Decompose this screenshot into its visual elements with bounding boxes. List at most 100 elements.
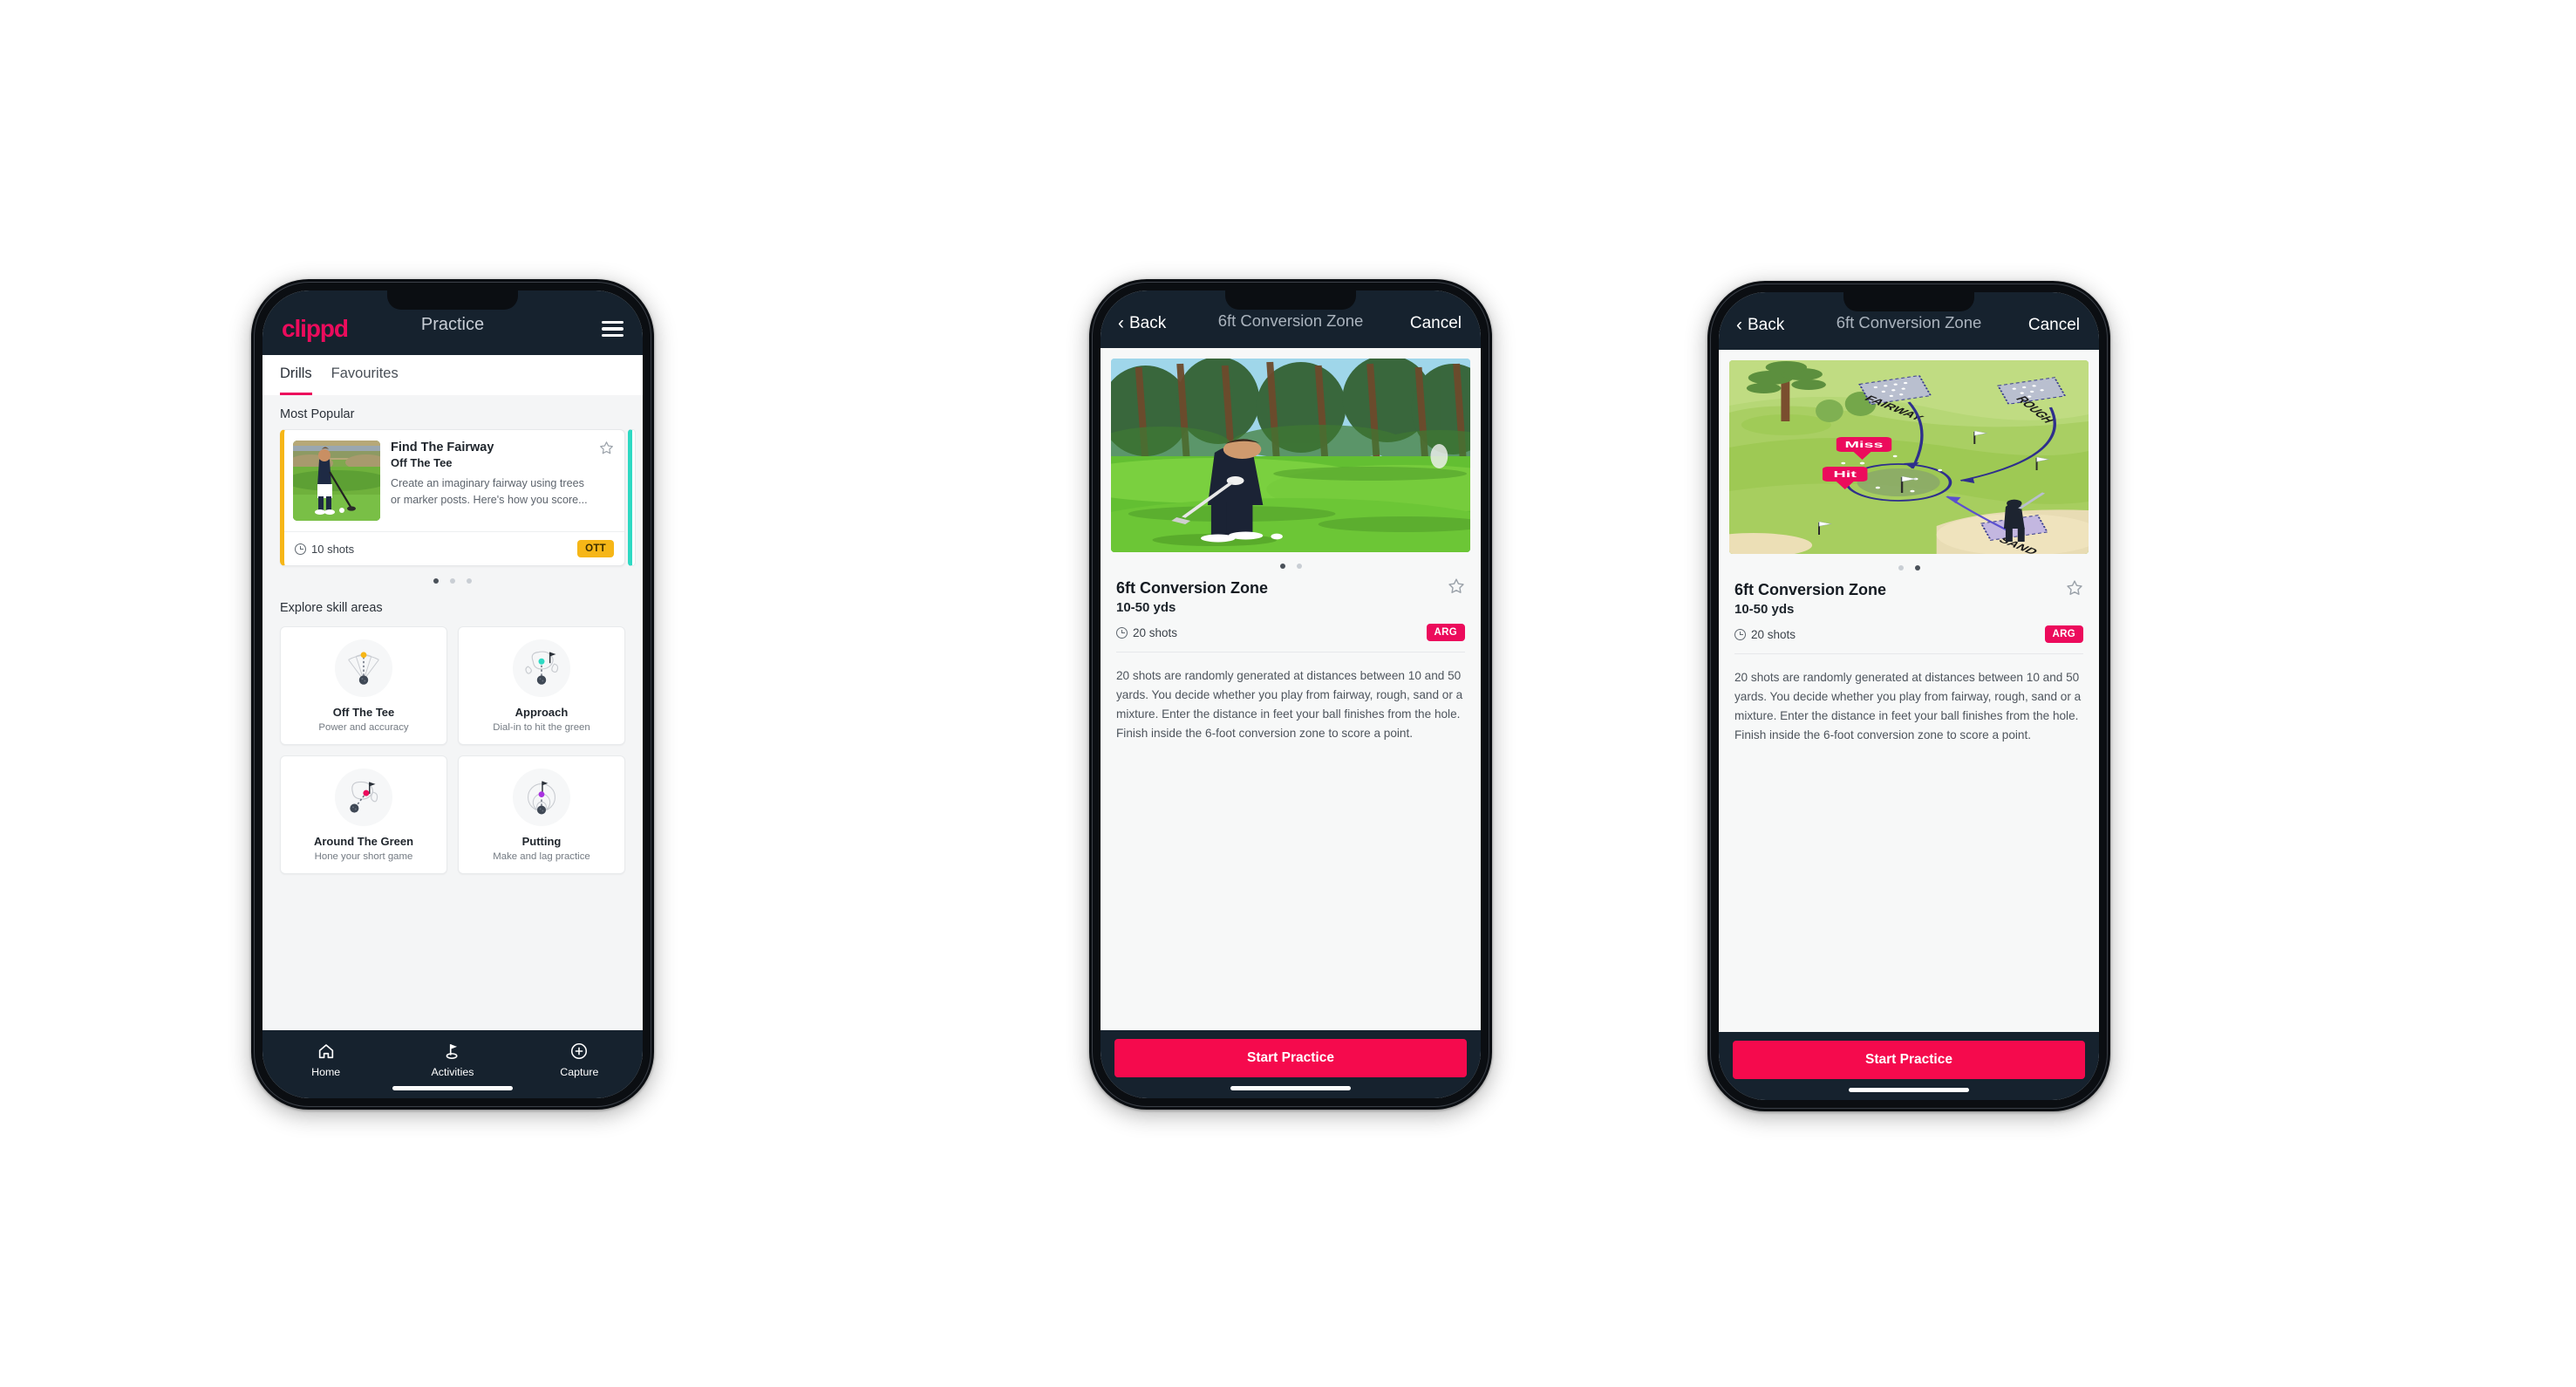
phone3-screen: ‹ Back 6ft Conversion Zone Cancel FAIRWA…	[1719, 292, 2099, 1100]
skill-name: Off The Tee	[332, 706, 395, 719]
bottom-navigation: Home Activities Capture	[262, 1030, 643, 1098]
detail-pager	[1719, 554, 2099, 576]
skill-badge-arg: ARG	[1426, 624, 1465, 641]
bottom-nav-home[interactable]: Home	[262, 1041, 389, 1078]
bottom-nav-capture[interactable]: Capture	[516, 1041, 643, 1078]
bottom-nav-home-label: Home	[311, 1066, 341, 1078]
skill-desc: Hone your short game	[314, 851, 413, 862]
skill-card-off-the-tee[interactable]: Off The Tee Power and accuracy	[280, 626, 447, 745]
phone3-notch	[1843, 292, 1974, 311]
around-green-icon	[335, 769, 392, 826]
detail-distance: 10-50 yds	[1734, 602, 1795, 617]
golf-flag-icon	[389, 1041, 515, 1062]
drill-title: Find The Fairway	[391, 441, 494, 454]
clock-icon	[1734, 628, 1746, 640]
home-icon	[262, 1041, 389, 1062]
pager-dot-3[interactable]	[467, 578, 472, 584]
pager-dot-2[interactable]	[1914, 565, 1920, 571]
phone2-cta-bar: Start Practice	[1101, 1030, 1481, 1098]
phone1-tabs: Drills Favourites	[262, 355, 643, 395]
next-drill-card-peek[interactable]	[628, 429, 636, 566]
skill-badge-arg: ARG	[2044, 625, 2083, 643]
skill-desc: Power and accuracy	[318, 722, 409, 733]
hamburger-menu-icon[interactable]	[602, 320, 624, 338]
bottom-nav-activities[interactable]: Activities	[389, 1041, 515, 1078]
drill-card-footer: 10 shots OTT	[284, 531, 624, 565]
phone1-screen: clippd Practice Drills Favourites Most P…	[262, 290, 643, 1098]
phone2-screen: ‹ Back 6ft Conversion Zone Cancel 6ft Co…	[1101, 290, 1481, 1098]
drill-shots-label: 10 shots	[311, 542, 355, 556]
drill-card-find-the-fairway[interactable]: Find The Fairway Off The Tee Create an i…	[280, 429, 625, 566]
back-label: Back	[1748, 316, 1785, 334]
bottom-nav-capture-label: Capture	[560, 1066, 599, 1078]
chevron-left-icon: ‹	[1736, 315, 1742, 335]
tee-shot-fan-icon	[335, 639, 392, 697]
tab-drills[interactable]: Drills	[280, 355, 312, 395]
detail-shots: 20 shots	[1116, 626, 1177, 639]
pager-dot-2[interactable]	[1296, 564, 1302, 569]
detail-shots: 20 shots	[1734, 628, 1796, 641]
detail-distance: 10-50 yds	[1116, 600, 1176, 615]
phone2-content: 6ft Conversion Zone 10-50 yds 20 shots A…	[1101, 348, 1481, 1030]
screenshot-stage: clippd Practice Drills Favourites Most P…	[0, 0, 2576, 1387]
drill-card-info: Find The Fairway Off The Tee Create an i…	[391, 441, 614, 521]
svg-text:Hit: Hit	[1834, 470, 1857, 480]
skill-card-approach[interactable]: Approach Dial-in to hit the green	[458, 626, 625, 745]
skill-badge-ott: OTT	[577, 540, 614, 557]
home-indicator	[1230, 1086, 1351, 1090]
hero-golf-course-diagram[interactable]: FAIRWAY ROUGH SAND Miss Hit	[1729, 360, 2089, 554]
back-button[interactable]: ‹ Back	[1736, 316, 1784, 335]
skill-areas-grid: Off The Tee Power and accuracy Approach …	[262, 623, 643, 886]
drill-skill-area: Off The Tee	[391, 456, 453, 469]
approach-green-icon	[513, 639, 570, 697]
svg-text:Miss: Miss	[1845, 441, 1884, 450]
skill-desc: Make and lag practice	[493, 851, 590, 862]
star-outline-icon[interactable]	[1448, 577, 1465, 600]
pager-dot-2[interactable]	[450, 578, 455, 584]
pager-dot-1[interactable]	[433, 578, 439, 584]
drill-thumbnail	[293, 441, 380, 521]
detail-header: 6ft Conversion Zone 10-50 yds	[1101, 574, 1481, 615]
drill-carousel: Find The Fairway Off The Tee Create an i…	[262, 429, 643, 566]
detail-pager	[1101, 552, 1481, 574]
start-practice-button[interactable]: Start Practice	[1733, 1041, 2085, 1079]
phone3-cta-bar: Start Practice	[1719, 1032, 2099, 1100]
skill-name: Putting	[521, 835, 562, 848]
skill-card-putting[interactable]: Putting Make and lag practice	[458, 755, 625, 874]
drill-card-top: Find The Fairway Off The Tee Create an i…	[284, 430, 624, 531]
cancel-button[interactable]: Cancel	[1410, 314, 1462, 333]
detail-meta: 20 shots ARG	[1101, 615, 1481, 652]
pager-dot-1[interactable]	[1279, 564, 1285, 569]
clock-icon	[1116, 626, 1128, 639]
phone3-content: FAIRWAY ROUGH SAND Miss Hit 6ft Conversi…	[1719, 350, 2099, 1032]
phone-drill-detail-photo: ‹ Back 6ft Conversion Zone Cancel 6ft Co…	[1089, 279, 1492, 1110]
skill-card-around-the-green[interactable]: Around The Green Hone your short game	[280, 755, 447, 874]
most-popular-heading: Most Popular	[280, 407, 355, 421]
phone-drill-detail-diagram: ‹ Back 6ft Conversion Zone Cancel FAIRWA…	[1707, 281, 2110, 1111]
home-indicator	[392, 1086, 513, 1090]
explore-skill-areas-heading: Explore skill areas	[280, 601, 383, 615]
hero-photo-golfer-chipping[interactable]	[1111, 359, 1470, 552]
phone-practice-list: clippd Practice Drills Favourites Most P…	[251, 279, 654, 1110]
skill-name: Approach	[515, 706, 569, 719]
star-outline-icon[interactable]	[2066, 579, 2083, 602]
clock-icon	[295, 543, 306, 555]
tab-favourites[interactable]: Favourites	[331, 355, 399, 395]
start-practice-button[interactable]: Start Practice	[1114, 1039, 1467, 1077]
detail-description: 20 shots are randomly generated at dista…	[1734, 671, 2082, 742]
chevron-left-icon: ‹	[1118, 313, 1124, 333]
star-outline-icon[interactable]	[599, 441, 614, 455]
drill-description: Create an imaginary fairway using trees …	[391, 477, 588, 506]
plus-circle-icon	[516, 1041, 643, 1062]
detail-meta: 20 shots ARG	[1719, 617, 2099, 653]
phone2-notch	[1225, 290, 1356, 310]
cancel-button[interactable]: Cancel	[2028, 316, 2080, 335]
clippd-logo: clippd	[282, 315, 349, 342]
detail-title: 6ft Conversion Zone	[1734, 581, 1887, 598]
pager-dot-1[interactable]	[1898, 565, 1904, 571]
back-button[interactable]: ‹ Back	[1118, 314, 1166, 333]
detail-title: 6ft Conversion Zone	[1116, 579, 1269, 597]
detail-description: 20 shots are randomly generated at dista…	[1116, 669, 1463, 741]
